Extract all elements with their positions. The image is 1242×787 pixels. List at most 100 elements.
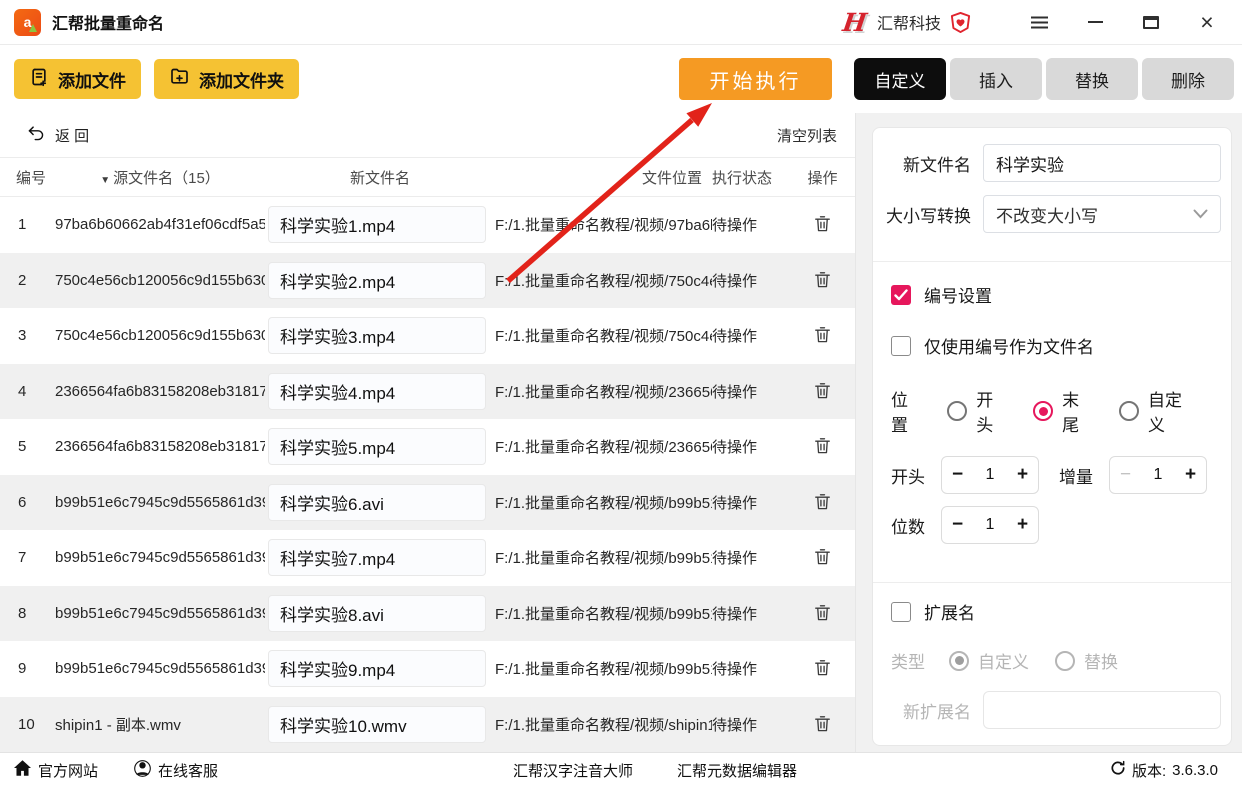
increment-plus-button[interactable]: + bbox=[1175, 463, 1206, 487]
increment-minus-button[interactable]: − bbox=[1110, 463, 1141, 487]
table-row: 8 b99b51e6c7945c9d5565861d397 科学实验8.avi F:/… bbox=[0, 585, 855, 641]
only-number-checkbox[interactable] bbox=[891, 335, 911, 356]
new-name-input[interactable]: 科学实验7.mp4 bbox=[268, 539, 486, 577]
digits-value[interactable]: 1 bbox=[973, 516, 1007, 534]
row-number: 6 bbox=[18, 493, 27, 511]
row-number: 4 bbox=[18, 382, 27, 400]
start-number-value[interactable]: 1 bbox=[973, 466, 1007, 484]
new-name-cell: 科学实验7.mp4 bbox=[265, 539, 495, 577]
status-text: 待操作 bbox=[712, 716, 758, 734]
online-service-link[interactable]: 在线客服 bbox=[134, 759, 218, 781]
action-cell bbox=[790, 545, 855, 570]
source-filename: 2366564fa6b83158208eb318175 bbox=[55, 438, 265, 456]
ext-type-replace[interactable]: 替换 bbox=[1055, 648, 1118, 673]
delete-row-button[interactable] bbox=[811, 434, 834, 457]
table-header: 编号 ▼ 源文件名（15） 新文件名 文件位置 执行状态 操作 bbox=[0, 157, 855, 197]
official-website-link[interactable]: 官方网站 bbox=[14, 760, 98, 781]
add-file-icon bbox=[29, 67, 49, 92]
main-area: 返 回 清空列表 编号 ▼ 源文件名（15） 新文件名 文件位置 执行状态 操作 … bbox=[0, 113, 1242, 752]
delete-row-button[interactable] bbox=[811, 268, 834, 291]
add-folder-button[interactable]: 添加文件夹 bbox=[154, 59, 299, 99]
clear-list-button[interactable]: 清空列表 bbox=[777, 125, 837, 146]
source-filename: shipin1 - 副本.wmv bbox=[55, 716, 181, 734]
increment-value[interactable]: 1 bbox=[1141, 466, 1175, 484]
tab-insert[interactable]: 插入 bbox=[950, 58, 1042, 100]
maximize-button[interactable] bbox=[1136, 7, 1166, 37]
extension-checkbox[interactable] bbox=[891, 601, 911, 622]
new-filename-input[interactable]: 科学实验 bbox=[983, 144, 1221, 182]
source-filename: 2366564fa6b83158208eb318175 bbox=[55, 382, 265, 400]
start-execute-button[interactable]: 开始执行 bbox=[679, 58, 832, 100]
start-minus-button[interactable]: − bbox=[942, 463, 973, 487]
version-value: 3.6.3.0 bbox=[1172, 761, 1218, 779]
chevron-down-icon bbox=[1193, 204, 1208, 224]
ext-type-custom[interactable]: 自定义 bbox=[949, 648, 1029, 673]
digits-stepper: − 1 + bbox=[941, 506, 1039, 544]
digits-plus-button[interactable]: + bbox=[1007, 513, 1038, 537]
status-text: 待操作 bbox=[712, 217, 758, 235]
case-convert-select[interactable]: 不改变大小写 bbox=[983, 195, 1221, 233]
minimize-button[interactable] bbox=[1080, 7, 1110, 37]
file-location: F:/1.批量重命名教程/视频/97ba6b6 bbox=[495, 217, 712, 235]
increment-label: 增量 bbox=[1059, 467, 1093, 487]
start-plus-button[interactable]: + bbox=[1007, 463, 1038, 487]
file-table-body: 1 97ba6b60662ab4f31ef06cdf5a5f8 科学实验1.mp4 F… bbox=[0, 197, 855, 752]
numbering-checkbox[interactable] bbox=[891, 284, 911, 305]
new-name-cell: 科学实验10.wmv bbox=[265, 705, 495, 743]
digits-label: 位数 bbox=[891, 517, 925, 537]
brand-name: 汇帮科技 bbox=[876, 16, 941, 33]
row-number: 9 bbox=[18, 660, 27, 678]
only-number-label: 仅使用编号作为文件名 bbox=[924, 338, 1094, 357]
new-name-input[interactable]: 科学实验3.mp4 bbox=[268, 317, 486, 355]
numbering-title: 编号设置 bbox=[924, 287, 992, 306]
new-extension-input[interactable] bbox=[983, 691, 1221, 729]
minimize-icon bbox=[1087, 21, 1103, 23]
new-name-input[interactable]: 科学实验4.mp4 bbox=[268, 372, 486, 410]
file-location: F:/1.批量重命名教程/视频/750c4e5 bbox=[495, 328, 712, 346]
position-option-end[interactable]: 末尾 bbox=[1033, 386, 1093, 436]
home-icon bbox=[14, 760, 31, 780]
radio-icon bbox=[1118, 401, 1139, 421]
vip-shield-icon[interactable] bbox=[949, 11, 972, 34]
pinyin-master-link[interactable]: 汇帮汉字注音大师 bbox=[513, 760, 633, 781]
row-number: 8 bbox=[18, 604, 27, 622]
new-name-input[interactable]: 科学实验10.wmv bbox=[268, 705, 486, 743]
table-row: 10 shipin1 - 副本.wmv 科学实验10.wmv F:/1.批量重命名教程… bbox=[0, 696, 855, 752]
new-name-input[interactable]: 科学实验2.mp4 bbox=[268, 261, 486, 299]
source-filename: 97ba6b60662ab4f31ef06cdf5a5f8 bbox=[55, 216, 265, 234]
increment-stepper: − 1 + bbox=[1109, 456, 1207, 494]
position-option-start[interactable]: 开头 bbox=[947, 386, 1007, 436]
add-file-button[interactable]: 添加文件 bbox=[14, 59, 141, 99]
close-button[interactable]: × bbox=[1192, 7, 1222, 37]
metadata-editor-link[interactable]: 汇帮元数据编辑器 bbox=[677, 760, 797, 781]
radio-disabled-icon bbox=[1055, 650, 1075, 671]
delete-row-button[interactable] bbox=[811, 379, 834, 402]
status-text: 待操作 bbox=[712, 272, 758, 290]
tab-delete[interactable]: 删除 bbox=[1142, 58, 1234, 100]
delete-row-button[interactable] bbox=[811, 323, 834, 346]
header-source[interactable]: ▼ 源文件名（15） bbox=[55, 167, 265, 188]
status-text: 待操作 bbox=[712, 550, 758, 568]
delete-row-button[interactable] bbox=[811, 212, 834, 235]
back-button[interactable]: 返 回 bbox=[27, 125, 89, 146]
menu-hamburger-icon[interactable] bbox=[1024, 7, 1054, 37]
radio-selected-icon bbox=[1033, 401, 1054, 421]
refresh-icon[interactable] bbox=[1110, 760, 1126, 780]
delete-row-button[interactable] bbox=[811, 601, 834, 624]
tab-custom[interactable]: 自定义 bbox=[854, 58, 946, 100]
digits-minus-button[interactable]: − bbox=[942, 513, 973, 537]
position-option-custom[interactable]: 自定义 bbox=[1118, 386, 1195, 436]
tab-replace[interactable]: 替换 bbox=[1046, 58, 1138, 100]
new-name-input[interactable]: 科学实验8.avi bbox=[268, 594, 486, 632]
delete-row-button[interactable] bbox=[811, 712, 834, 735]
new-name-input[interactable]: 科学实验5.mp4 bbox=[268, 428, 486, 466]
new-name-input[interactable]: 科学实验9.mp4 bbox=[268, 650, 486, 688]
delete-row-button[interactable] bbox=[811, 656, 834, 679]
file-location: F:/1.批量重命名教程/视频/b99b51e bbox=[495, 550, 712, 568]
position-label: 位置 bbox=[891, 391, 908, 435]
new-name-input[interactable]: 科学实验1.mp4 bbox=[268, 206, 486, 244]
new-extension-label: 新扩展名 bbox=[903, 702, 971, 722]
new-name-input[interactable]: 科学实验6.avi bbox=[268, 483, 486, 521]
delete-row-button[interactable] bbox=[811, 490, 834, 513]
delete-row-button[interactable] bbox=[811, 545, 834, 568]
